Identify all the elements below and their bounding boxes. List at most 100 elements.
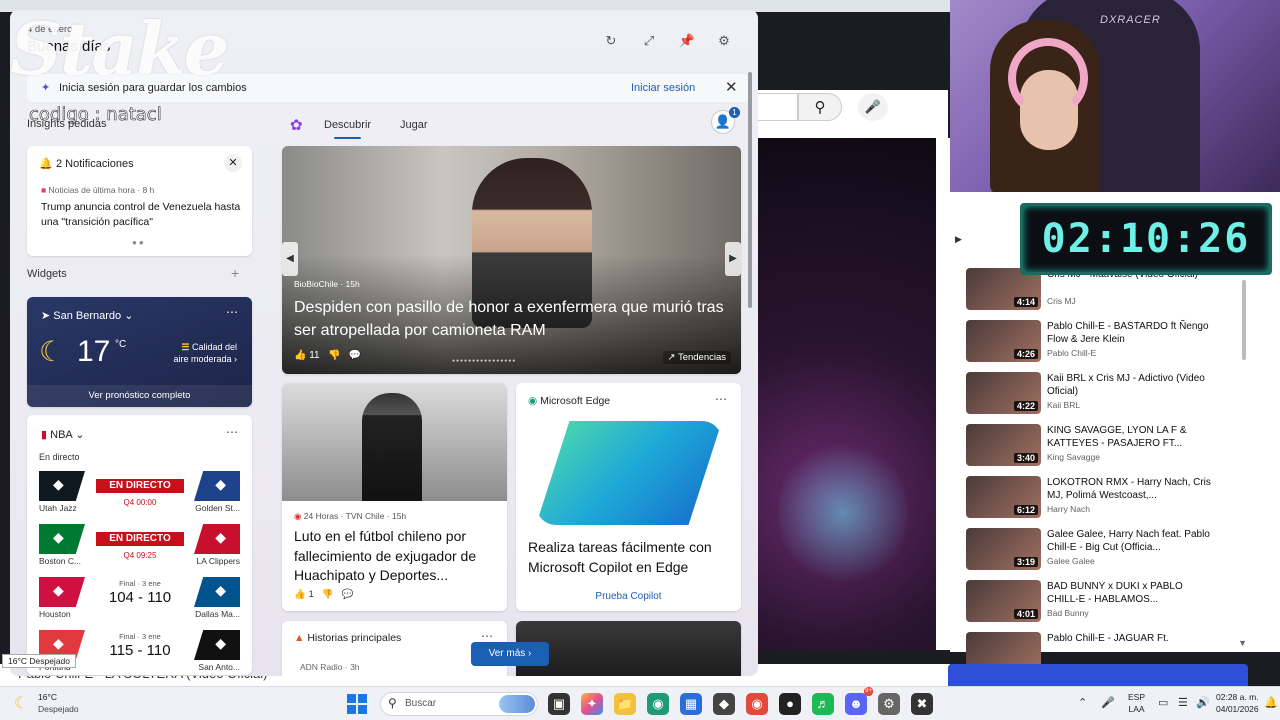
playlist-thumbnail[interactable]: 6:12	[966, 476, 1041, 518]
try-copilot-button[interactable]: Prueba Copilot	[516, 591, 741, 602]
microphone-icon[interactable]: 🎤	[858, 93, 888, 121]
playlist-item-channel: Pablo Chill-E	[1047, 348, 1097, 358]
page-background	[758, 124, 948, 138]
settings-icon[interactable]: ⚙	[878, 693, 900, 715]
obs-icon[interactable]: ●	[779, 693, 801, 715]
volume-icon[interactable]: 🔊	[1196, 696, 1210, 709]
football-title[interactable]: Luto en el fútbol chileno por fallecimie…	[294, 527, 499, 586]
comment-icon[interactable]: 💬	[349, 350, 361, 361]
spotify-icon[interactable]: ♬	[812, 693, 834, 715]
nba-game-row[interactable]: ◆◆Final · 3 ene115 - 110PortlandSan Anto…	[39, 630, 240, 675]
trending-link[interactable]: ↗ Tendencias	[662, 351, 731, 364]
comment-icon[interactable]: 💬	[341, 589, 353, 600]
playlist-item-title[interactable]: Galee Galee, Harry Nach feat. Pablo Chil…	[1047, 528, 1217, 554]
nba-widget[interactable]: ▮ NBA ⌄ ⋯ En directo ◆ ◆ EN DIRECTO Q4 00:0…	[27, 415, 252, 675]
playlist-item-title[interactable]: KING SAVAGGE, LYON LA F & KATTEYES - PAS…	[1047, 424, 1217, 450]
nba-game-row[interactable]: ◆ ◆ EN DIRECTO Q4 09:25 Boston C... LA Clippe…	[39, 524, 240, 570]
more-options-icon[interactable]: ⋯	[715, 392, 727, 406]
signin-link[interactable]: Iniciar sesión	[631, 82, 695, 94]
discord-icon[interactable]: ☻ 9+	[845, 687, 873, 715]
playlist-thumbnail[interactable]: 3:19	[966, 528, 1041, 570]
hero-title[interactable]: Despiden con pasillo de honor a exenferm…	[294, 296, 724, 342]
team-logo-icon: ◆	[53, 476, 64, 492]
profile-avatar-icon[interactable]: 👤 1	[711, 107, 740, 134]
chrome-icon[interactable]: ◉	[746, 693, 768, 715]
notification-body[interactable]: Trump anuncia control de Venezuela hasta…	[41, 200, 241, 230]
microphone-icon[interactable]: 🎤	[1101, 696, 1115, 709]
tray-overflow-icon[interactable]: ⌃	[1078, 696, 1087, 709]
close-icon[interactable]: ✕	[224, 154, 242, 172]
playlist-item[interactable]: 3:40 KING SAVAGGE, LYON LA F & KATTEYES -…	[966, 424, 1266, 472]
nba-title[interactable]: ▮ NBA ⌄	[41, 428, 84, 441]
nba-game-row[interactable]: ◆ ◆ EN DIRECTO Q4 00:00 Utah Jazz Golden St..…	[39, 471, 240, 517]
playlist-item-title[interactable]: LOKOTRON RMX - Harry Nach, Cris MJ, Poli…	[1047, 476, 1217, 502]
close-icon[interactable]: ✕	[725, 78, 738, 96]
dislike-icon[interactable]: 👎	[322, 589, 334, 600]
edge-body[interactable]: Realiza tareas fácilmente con Microsoft …	[528, 538, 733, 577]
forecast-link[interactable]: Ver pronóstico completo	[27, 385, 252, 407]
see-more-button[interactable]: Ver más ›	[471, 642, 549, 666]
scroll-down-icon[interactable]: ▼	[1238, 638, 1247, 648]
display-icon[interactable]: ▭	[1158, 696, 1168, 709]
playlist-item[interactable]: 6:12 LOKOTRON RMX - Harry Nach, Cris MJ, …	[966, 476, 1266, 524]
like-icon[interactable]: 👍	[294, 350, 306, 361]
wifi-icon[interactable]: ☰	[1178, 696, 1188, 709]
playlist-item[interactable]: 4:14Cris MJ - Mauvaise (Video Oficial)Cr…	[966, 268, 1266, 316]
edge-promo-card[interactable]: ◉ Microsoft Edge ⋯ Realiza tareas fácilm…	[516, 383, 741, 611]
edge-logo-icon: ◉	[528, 395, 538, 407]
news-icon: ■	[41, 185, 47, 195]
playlist-thumbnail[interactable]: 4:22	[966, 372, 1041, 414]
like-icon[interactable]: 👍	[294, 589, 306, 600]
edge-icon[interactable]: ◉	[647, 693, 669, 715]
playlist-item[interactable]: 4:22 Kaii BRL x Cris MJ - Adictivo (Video…	[966, 372, 1266, 420]
taskbar-clock[interactable]: 02:28 a. m. 04/01/2026	[1216, 691, 1259, 715]
add-widget-icon[interactable]: +	[231, 265, 239, 281]
language-indicator[interactable]: ESP LAA	[1128, 691, 1145, 715]
more-options-icon[interactable]: ⋯	[226, 305, 238, 319]
panel-scrollbar[interactable]	[748, 72, 752, 308]
football-news-card[interactable]: ◉ 24 Horas · TVN Chile · 15h Luto en el …	[282, 383, 507, 611]
more-options-icon[interactable]: ⋯	[481, 629, 493, 643]
windows-start-icon[interactable]	[347, 694, 367, 714]
prev-arrow-icon[interactable]: ◀	[282, 242, 298, 276]
expand-icon[interactable]: ⤢	[640, 32, 658, 50]
news-image-card[interactable]	[516, 621, 741, 676]
capcut-icon[interactable]: ✖	[911, 693, 933, 715]
playlist-item-title[interactable]: Pablo Chill-E - JAGUAR Ft.	[1047, 632, 1217, 645]
playlist-item-title[interactable]: Kaii BRL x Cris MJ - Adictivo (Video Ofi…	[1047, 372, 1217, 398]
youtube-search-input[interactable]	[758, 93, 798, 121]
playlist-thumbnail[interactable]: 4:26	[966, 320, 1041, 362]
playlist-item[interactable]: 3:19 Galee Galee, Harry Nach feat. Pablo …	[966, 528, 1266, 576]
more-options-icon[interactable]: ⋯	[226, 425, 238, 439]
playlist-thumbnail[interactable]: 4:01	[966, 580, 1041, 622]
playlist-scrollbar[interactable]	[1242, 280, 1246, 360]
dislike-icon[interactable]: 👎	[328, 350, 340, 361]
app-icon[interactable]: ◆	[713, 693, 735, 715]
refresh-icon[interactable]: ↻	[602, 32, 620, 50]
video-player[interactable]	[758, 138, 936, 650]
video-glow	[778, 438, 908, 588]
nba-game-row[interactable]: ◆ ◆ Final · 3 ene 104 - 110 Houston Dallas Ma…	[39, 577, 240, 623]
search-icon[interactable]: ⚲	[798, 93, 842, 121]
store-icon[interactable]: ▦	[680, 693, 702, 715]
hero-news-card[interactable]: ◀ ▶ BioBioChile · 15h Despiden con pasil…	[282, 146, 741, 374]
tab-jugar[interactable]: Jugar	[400, 119, 428, 131]
playlist-item[interactable]: 4:01 BAD BUNNY x DUKI x PABLO CHILL-E - H…	[966, 580, 1266, 628]
playlist-item-title[interactable]: BAD BUNNY x DUKI x PABLO CHILL-E - HABLA…	[1047, 580, 1217, 606]
weather-widget[interactable]: ➤ San Bernardo ⌄ ⋯ ☾ 17 °C ☰ Calidad del…	[27, 297, 252, 407]
task-view-icon[interactable]: ▣	[548, 693, 570, 715]
playlist-thumbnail[interactable]: 3:40	[966, 424, 1041, 466]
settings-icon[interactable]: ⚙	[715, 32, 733, 50]
taskbar-search[interactable]: ⚲ Buscar	[380, 692, 538, 716]
notification-bell-icon[interactable]: 🔔	[1264, 696, 1278, 709]
tab-descubrir[interactable]: Descubrir	[324, 119, 371, 139]
playlist-item-title[interactable]: Pablo Chill-E - BASTARDO ft Ñengo Flow &…	[1047, 320, 1217, 346]
weather-location[interactable]: ➤ San Bernardo ⌄	[41, 309, 133, 322]
copilot-icon[interactable]: ✦	[581, 693, 603, 715]
pin-icon[interactable]: 📌	[678, 32, 696, 50]
notifications-card[interactable]: 🔔 2 Notificaciones ✕ ■ Noticias de últim…	[27, 146, 252, 256]
next-arrow-icon[interactable]: ▶	[725, 242, 741, 276]
file-explorer-icon[interactable]: 📁	[614, 693, 636, 715]
playlist-item[interactable]: 4:26 Pablo Chill-E - BASTARDO ft Ñengo Fl…	[966, 320, 1266, 368]
carousel-pager: ●●●●●●●●●●●●●●●●	[452, 358, 517, 364]
